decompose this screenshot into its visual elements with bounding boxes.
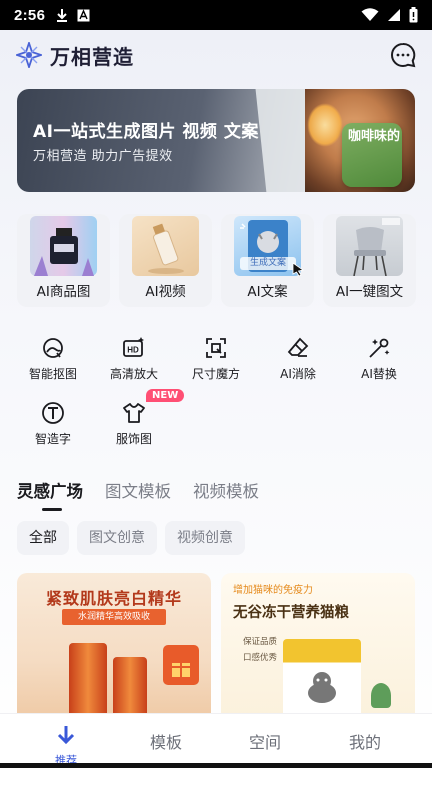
tool-label: 智能抠图 xyxy=(28,367,77,381)
tool-smart-cutout[interactable]: 智能抠图 xyxy=(17,336,89,392)
generate-copy-tag: 生成文案 xyxy=(240,257,296,270)
signal-icon xyxy=(388,9,400,21)
tab-image-templates[interactable]: 图文模板 xyxy=(105,478,171,502)
feature-label: AI一键图文 xyxy=(335,284,404,300)
app-notification-icon xyxy=(77,8,90,21)
banner-card-text: 咖啡味的 xyxy=(348,129,401,144)
cursor-icon xyxy=(292,262,304,276)
perfume-image xyxy=(30,216,97,276)
post-card-cat-food[interactable]: 增加猫咪的免疫力 无谷冻干营养猫粮 保证品质 口感优秀 xyxy=(221,573,415,718)
message-icon[interactable] xyxy=(390,42,416,68)
magic-wand-icon xyxy=(369,338,390,358)
feature-ai-product-image[interactable]: AI商品图 xyxy=(17,214,110,307)
shirt-icon xyxy=(123,403,145,423)
plant-decoration xyxy=(371,683,391,708)
tool-label: AI消除 xyxy=(280,367,316,381)
chip-video-creative[interactable]: 视频创意 xyxy=(165,521,245,555)
tab-video-templates[interactable]: 视频模板 xyxy=(193,478,259,502)
feature-label: AI商品图 xyxy=(36,284,91,300)
tool-label: 智造字 xyxy=(34,432,71,446)
smart-cutout-icon xyxy=(43,338,63,358)
post-headline: 紧致肌肤亮白精华 xyxy=(45,589,182,608)
download-arrow-icon xyxy=(57,726,75,745)
chip-image-creative[interactable]: 图文创意 xyxy=(77,521,157,555)
status-time: 2:56 xyxy=(14,6,46,24)
chip-all[interactable]: 全部 xyxy=(17,521,69,555)
post-subline: 水润精华高效吸收 xyxy=(62,609,166,625)
tool-label: AI替换 xyxy=(361,367,397,381)
text-t-icon xyxy=(42,402,64,424)
filter-chips: 全部 图文创意 视频创意 xyxy=(17,521,245,555)
status-bar: 2:56 xyxy=(0,0,432,30)
eraser-icon xyxy=(287,337,309,357)
banner-coffee-card: 咖啡味的 xyxy=(342,123,402,187)
tool-label: 服饰图 xyxy=(115,432,152,446)
tool-label: 尺寸魔方 xyxy=(191,367,240,381)
home-page: 万相营造 咖啡味的 AI一站式生成图片 视频 文案 万相营造 助力广告提效 AI… xyxy=(0,30,432,798)
cat-food-image: 生成文案 xyxy=(234,216,304,276)
nav-space[interactable]: 空间 xyxy=(235,729,295,753)
nav-label: 我的 xyxy=(348,733,381,752)
download-icon xyxy=(57,9,68,22)
banner-subtitle: 万相营造 助力广告提效 xyxy=(33,149,173,164)
feature-ai-one-click-post[interactable]: AI一键图文 xyxy=(323,214,416,307)
serum-bottle-image xyxy=(132,216,199,276)
post-headline: 无谷冻干营养猫粮 xyxy=(233,605,349,621)
tool-hd-upscale[interactable]: HD 高清放大 xyxy=(98,336,170,392)
brand-title: 万相营造 xyxy=(50,44,134,69)
post-small-text: 增加猫咪的免疫力 xyxy=(233,585,313,596)
feature-label: AI文案 xyxy=(247,284,288,300)
serum-bottle xyxy=(69,643,107,718)
post-bullet: 口感优秀 xyxy=(243,653,278,663)
nav-label: 空间 xyxy=(248,733,281,752)
tool-resize[interactable]: 尺寸魔方 xyxy=(180,336,252,392)
wifi-icon xyxy=(361,8,379,21)
app-header: 万相营造 xyxy=(16,40,416,70)
feature-ai-video[interactable]: AI视频 xyxy=(119,214,212,307)
tool-label: 高清放大 xyxy=(109,367,158,381)
nav-label: 模板 xyxy=(149,733,182,752)
system-gesture-bar xyxy=(0,763,432,768)
new-badge: NEW xyxy=(146,389,185,402)
feature-ai-copywriting[interactable]: 生成文案 AI文案 xyxy=(221,214,314,307)
tool-ai-replace[interactable]: AI替换 xyxy=(343,336,415,392)
tool-smart-text[interactable]: 智造字 xyxy=(17,401,89,457)
logo-icon xyxy=(16,42,42,68)
tab-inspiration[interactable]: 灵感广场 xyxy=(17,478,83,511)
hd-upscale-icon: HD xyxy=(123,337,144,357)
svg-text:HD: HD xyxy=(127,346,139,355)
bottom-navigation: 推荐 模板 空间 我的 xyxy=(0,713,432,798)
nav-me[interactable]: 我的 xyxy=(335,729,395,753)
post-bullet: 保证品质 xyxy=(243,637,278,647)
nav-recommend[interactable]: 推荐 xyxy=(36,724,96,768)
resize-icon xyxy=(206,338,226,358)
gift-box-icon xyxy=(163,645,199,685)
promo-banner[interactable]: 咖啡味的 AI一站式生成图片 视频 文案 万相营造 助力广告提效 xyxy=(17,89,415,192)
banner-glow xyxy=(307,103,343,147)
tool-ai-erase[interactable]: AI消除 xyxy=(262,336,334,392)
nav-templates[interactable]: 模板 xyxy=(136,729,196,753)
post-card-serum[interactable]: 紧致肌肤亮白精华 水润精华高效吸收 xyxy=(17,573,211,718)
chair-image xyxy=(336,216,403,277)
content-tabs: 灵感广场 图文模板 视频模板 xyxy=(17,478,259,511)
feature-label: AI视频 xyxy=(145,284,186,300)
serum-bottle xyxy=(113,657,147,718)
battery-icon xyxy=(409,7,418,23)
banner-title: AI一站式生成图片 视频 文案 xyxy=(33,122,259,142)
cat-food-bag-image xyxy=(283,639,361,718)
tool-apparel-image[interactable]: 服饰图 xyxy=(98,401,170,457)
